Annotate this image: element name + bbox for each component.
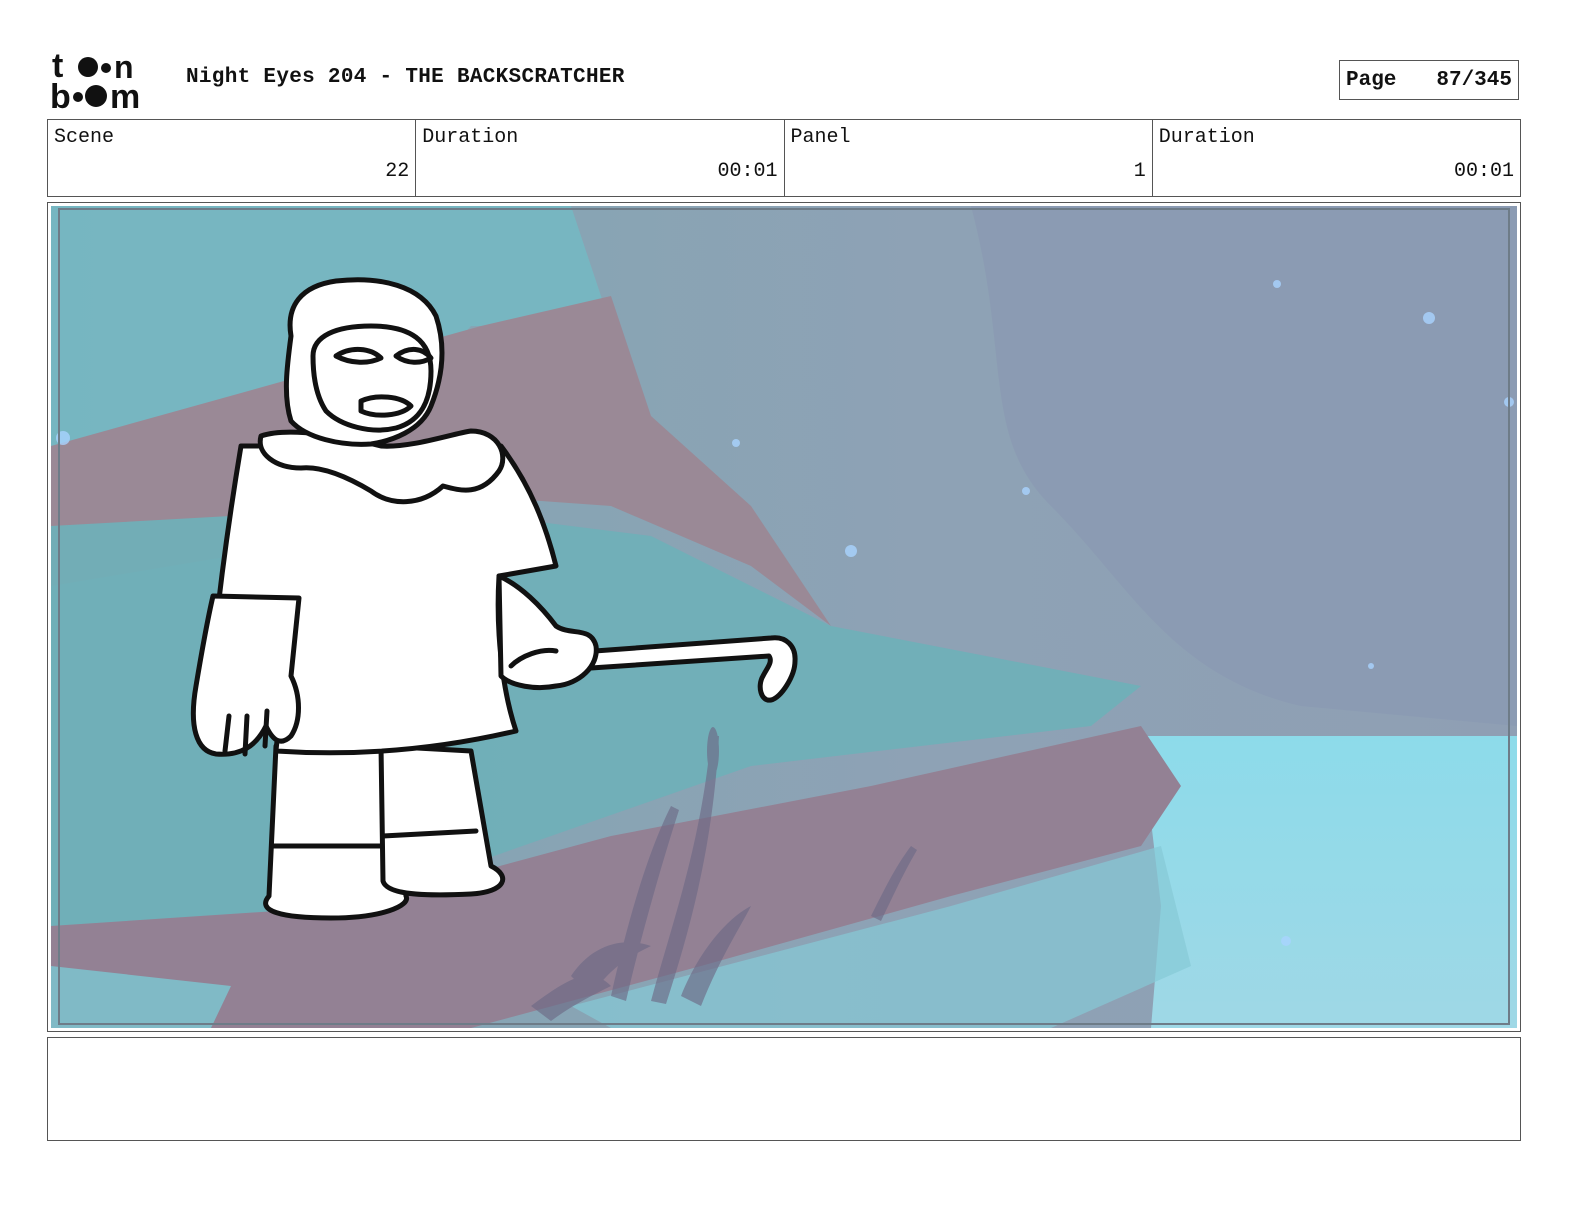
page-label: Page: [1346, 68, 1397, 92]
panel-duration-cell: Duration 00:01: [1153, 120, 1520, 196]
scene-duration-cell: Duration 00:01: [416, 120, 785, 196]
scene-label: Scene: [54, 126, 115, 149]
svg-text:m: m: [110, 78, 140, 112]
panel-value: 1: [1133, 160, 1146, 183]
scene-duration-label: Duration: [422, 126, 519, 149]
scene-cell: Scene 22: [48, 120, 417, 196]
svg-text:b: b: [50, 78, 71, 112]
storyboard-title: Night Eyes 204 - THE BACKSCRATCHER: [186, 66, 625, 89]
panel-duration-label: Duration: [1158, 126, 1255, 149]
scene-value: 22: [385, 160, 410, 183]
page-number: 87/345: [1436, 68, 1512, 92]
toon-boom-logo: t n b m: [50, 50, 140, 112]
notes-box: [47, 1037, 1521, 1141]
panel-cell: Panel 1: [785, 120, 1153, 196]
scene-duration-value: 00:01: [717, 160, 778, 183]
page-indicator: Page 87/345: [1339, 60, 1519, 100]
storyboard-panel-image: [51, 206, 1517, 1028]
panel-duration-value: 00:01: [1453, 160, 1514, 183]
panel-info-row: Scene 22 Duration 00:01 Panel 1 Duration…: [47, 119, 1521, 197]
panel-label: Panel: [790, 126, 851, 149]
water: [1141, 736, 1517, 1028]
